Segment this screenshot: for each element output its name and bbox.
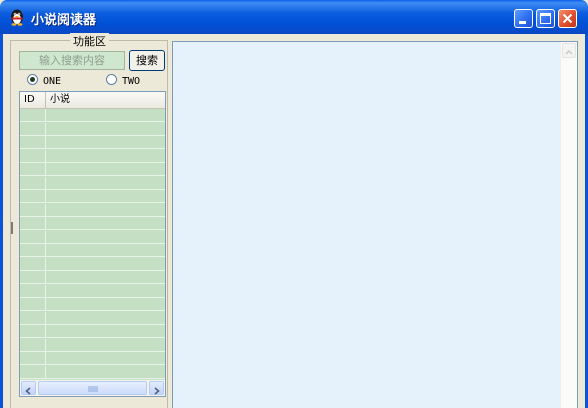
search-input[interactable]: 输入搜索内容 [19,51,125,70]
list-row[interactable] [20,271,165,284]
radio-one-circle[interactable] [27,74,38,85]
list-row[interactable] [20,311,165,325]
list-row[interactable] [20,244,165,257]
row-column-divider [45,338,46,352]
row-column-divider [45,109,46,122]
novel-list[interactable]: ID 小说 [19,91,166,397]
row-column-divider [45,203,46,217]
row-column-divider [45,136,46,149]
maximize-icon [540,13,551,24]
list-row[interactable] [20,230,165,244]
scroll-left-button[interactable] [21,381,36,395]
arrow-up-icon [565,49,573,55]
title-bar[interactable]: 小说阅读器 [0,0,588,34]
list-header: ID 小说 [20,92,165,109]
radio-two-label: TWO [122,76,141,87]
list-row[interactable] [20,298,165,311]
list-row[interactable] [20,190,165,203]
list-row[interactable] [20,122,165,136]
reading-area[interactable] [172,41,578,408]
row-column-divider [45,325,46,338]
minimize-icon [519,21,526,24]
scroll-thumb[interactable] [38,381,147,395]
row-column-divider [45,176,46,190]
close-button[interactable] [558,9,577,28]
row-column-divider [45,284,46,298]
window-title: 小说阅读器 [31,13,97,28]
row-column-divider [45,217,46,230]
row-column-divider [45,365,46,379]
list-row[interactable] [20,365,165,379]
radio-two-circle[interactable] [106,74,117,85]
arrow-right-icon [154,387,160,395]
radio-two[interactable]: TWO [106,74,140,88]
app-window: 小说阅读器 功能区 输入搜索内容 搜索 ONE TWO ID 小说 [0,0,588,408]
row-column-divider [45,311,46,325]
vertical-scrollbar[interactable] [560,42,577,408]
row-column-divider [45,190,46,203]
row-column-divider [45,230,46,244]
row-column-divider [45,163,46,176]
list-row[interactable] [20,136,165,149]
list-row[interactable] [20,284,165,298]
grip-icon [88,386,98,392]
radio-one-label: ONE [43,76,62,87]
list-row[interactable] [20,325,165,338]
search-placeholder: 输入搜索内容 [39,54,105,67]
list-row[interactable] [20,109,165,122]
list-row[interactable] [20,203,165,217]
close-icon [562,13,573,24]
list-row[interactable] [20,338,165,352]
row-column-divider [45,352,46,365]
row-column-divider [45,149,46,163]
list-rows [20,109,165,381]
list-row[interactable] [20,217,165,230]
row-column-divider [45,244,46,257]
column-header-novel[interactable]: 小说 [46,92,165,108]
list-row[interactable] [20,149,165,163]
scroll-right-button[interactable] [149,381,164,395]
splitter-grip[interactable] [11,222,13,234]
row-column-divider [45,298,46,311]
row-column-divider [45,271,46,284]
radio-one-dot [30,77,35,82]
penguin-icon [11,9,23,26]
radio-one[interactable]: ONE [27,74,61,88]
arrow-left-icon [25,387,31,395]
list-row[interactable] [20,257,165,271]
list-row[interactable] [20,176,165,190]
column-header-id[interactable]: ID [20,92,46,108]
maximize-button[interactable] [536,9,555,28]
row-column-divider [45,257,46,271]
function-group-label: 功能区 [70,33,109,49]
list-row[interactable] [20,163,165,176]
minimize-button[interactable] [514,9,533,28]
list-row[interactable] [20,352,165,365]
row-column-divider [45,122,46,136]
search-button[interactable]: 搜索 [129,50,165,71]
horizontal-scrollbar[interactable] [20,380,165,396]
function-panel: 功能区 输入搜索内容 搜索 ONE TWO ID 小说 [6,33,170,408]
scroll-up-button[interactable] [562,43,576,58]
window-frame-left [0,34,3,408]
